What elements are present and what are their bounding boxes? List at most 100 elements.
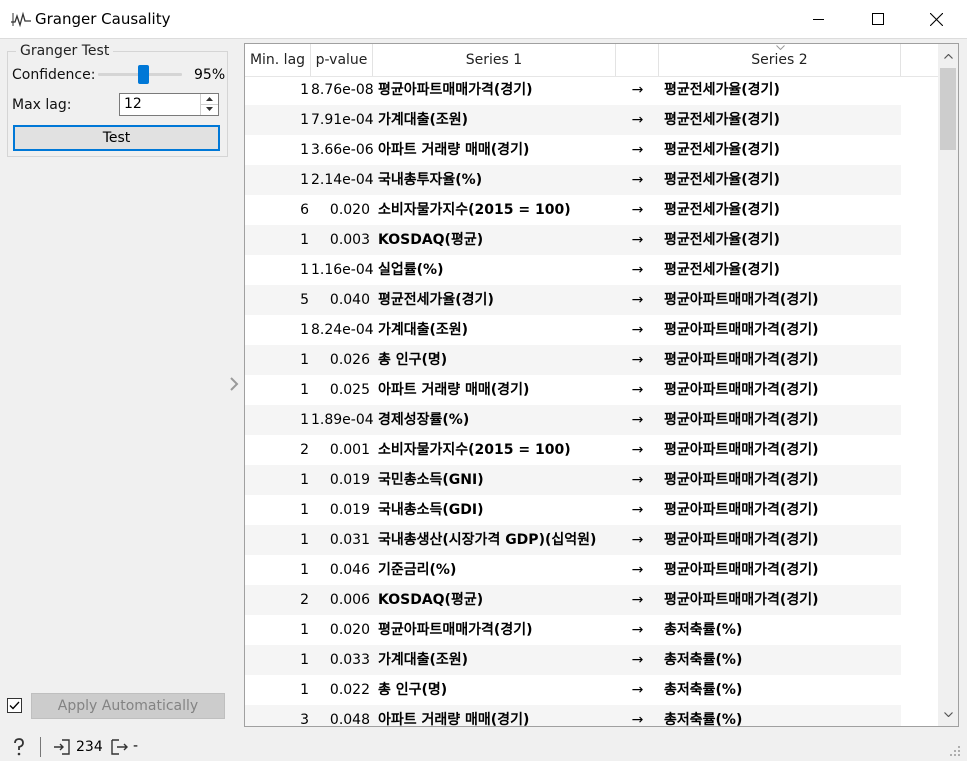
scroll-down-button[interactable] <box>938 704 958 724</box>
minimize-button[interactable] <box>795 0 841 38</box>
row-p-value: 0.040 <box>311 285 373 315</box>
arrow-down-icon <box>206 107 213 111</box>
table-row[interactable]: 1 0.046 기준금리(%) → 평균아파트매매가격(경기) <box>245 555 938 585</box>
row-min-lag: 1 <box>245 165 311 195</box>
row-min-lag: 6 <box>300 202 309 218</box>
row-series-1: 소비자물가지수(2015 = 100) <box>378 442 571 458</box>
row-p-value: 0.031 <box>311 525 373 555</box>
input-icon <box>54 739 70 755</box>
row-series-2: 총저축률(%) <box>664 622 743 638</box>
test-button[interactable]: Test <box>13 125 220 151</box>
row-p-value: 0.033 <box>311 645 373 675</box>
table-row[interactable]: 1 2.14e-04 국내총투자율(%) → 평균전세가율(경기) <box>245 165 938 195</box>
row-series-2: 평균전세가율(경기) <box>659 225 901 255</box>
row-p-value: 0.026 <box>311 345 373 375</box>
resize-grip-icon[interactable] <box>950 746 961 757</box>
table-row[interactable]: 1 0.020 평균아파트매매가격(경기) → 총저축률(%) <box>245 615 938 645</box>
row-series-2: 평균전세가율(경기) <box>664 262 780 278</box>
table-row[interactable]: 1 0.022 총 인구(명) → 총저축률(%) <box>245 675 938 705</box>
scroll-up-button[interactable] <box>938 46 958 66</box>
table-row[interactable]: 1 3.66e-06 아파트 거래량 매매(경기) → 평균전세가율(경기) <box>245 135 938 165</box>
close-button[interactable] <box>913 0 959 38</box>
table-row[interactable]: 1 8.24e-04 가계대출(조원) → 평균아파트매매가격(경기) <box>245 315 938 345</box>
series-2-header-label: Series 2 <box>751 52 808 68</box>
row-p-value: 0.001 <box>329 442 370 458</box>
row-min-lag: 1 <box>300 562 309 578</box>
row-arrow: → <box>631 562 644 578</box>
status-bar: 234 - <box>0 731 967 761</box>
row-p-value: 0.006 <box>311 585 373 615</box>
row-series-1: 평균아파트매매가격(경기) <box>378 82 533 98</box>
row-series-2: 평균아파트매매가격(경기) <box>659 585 901 615</box>
row-p-value: 0.025 <box>329 382 370 398</box>
vertical-scrollbar[interactable] <box>938 44 958 726</box>
table-row[interactable]: 1 8.76e-08 평균아파트매매가격(경기) → 평균전세가율(경기) <box>245 75 938 105</box>
row-min-lag: 1 <box>300 622 309 638</box>
row-arrow: → <box>616 465 659 495</box>
apply-automatically-checkbox[interactable] <box>7 698 22 713</box>
confidence-value: 95% <box>194 67 226 83</box>
row-series-2: 총저축률(%) <box>664 682 743 698</box>
confidence-slider-handle[interactable] <box>138 65 149 84</box>
column-header-series-1[interactable]: Series 1 <box>373 44 616 76</box>
chevron-right-icon[interactable] <box>228 376 240 392</box>
table-row[interactable]: 1 0.003 KOSDAQ(평균) → 평균전세가율(경기) <box>245 225 938 255</box>
row-min-lag: 3 <box>245 705 311 726</box>
output-status: - <box>133 738 139 754</box>
row-p-value: 2.14e-04 <box>311 165 373 195</box>
help-icon[interactable] <box>12 738 26 756</box>
scroll-thumb[interactable] <box>940 68 956 150</box>
row-p-value: 0.046 <box>329 562 370 578</box>
table-row[interactable]: 1 0.031 국내총생산(시장가격 GDP)(십억원) → 평균아파트매매가격(경기) <box>245 525 938 555</box>
row-min-lag: 1 <box>300 502 309 518</box>
column-header-min-lag[interactable]: Min. lag <box>245 44 311 76</box>
table-row[interactable]: 2 0.001 소비자물가지수(2015 = 100) → 평균아파트매매가격(경기) <box>245 435 938 465</box>
table-row[interactable]: 1 0.019 국내총소득(GDI) → 평균아파트매매가격(경기) <box>245 495 938 525</box>
table-row[interactable]: 1 1.16e-04 실업률(%) → 평균전세가율(경기) <box>245 255 938 285</box>
maxlag-value[interactable]: 12 <box>124 96 142 112</box>
column-header-series-2[interactable]: Series 2 <box>659 44 901 76</box>
results-table: Min. lag p-value Series 1 Series 2 1 8.76… <box>244 43 959 727</box>
column-header-arrow[interactable] <box>616 44 659 76</box>
row-series-1: 가계대출(조원) <box>378 322 469 338</box>
table-row[interactable]: 1 0.019 국민총소득(GNI) → 평균아파트매매가격(경기) <box>245 465 938 495</box>
table-header: Min. lag p-value Series 1 Series 2 <box>245 44 938 77</box>
maximize-button[interactable] <box>855 0 901 38</box>
apply-automatically-button[interactable]: Apply Automatically <box>31 693 225 719</box>
table-row[interactable]: 1 0.033 가계대출(조원) → 총저축률(%) <box>245 645 938 675</box>
table-row[interactable]: 1 1.89e-04 경제성장률(%) → 평균아파트매매가격(경기) <box>245 405 938 435</box>
row-min-lag: 1 <box>245 105 311 135</box>
row-arrow: → <box>616 345 659 375</box>
row-arrow: → <box>616 105 659 135</box>
row-min-lag: 1 <box>300 322 309 338</box>
row-p-value: 0.019 <box>311 465 373 495</box>
table-row[interactable]: 5 0.040 평균전세가율(경기) → 평균아파트매매가격(경기) <box>245 285 938 315</box>
maxlag-spinbox[interactable]: 12 <box>119 93 219 116</box>
table-row[interactable]: 3 0.048 아파트 거래량 매매(경기) → 총저축률(%) <box>245 705 938 726</box>
row-series-2: 평균아파트매매가격(경기) <box>664 502 819 518</box>
table-row[interactable]: 2 0.006 KOSDAQ(평균) → 평균아파트매매가격(경기) <box>245 585 938 615</box>
table-row[interactable]: 1 7.91e-04 가계대출(조원) → 평균전세가율(경기) <box>245 105 938 135</box>
row-arrow: → <box>631 502 644 518</box>
row-arrow: → <box>631 82 644 98</box>
row-series-2: 평균전세가율(경기) <box>659 105 901 135</box>
row-min-lag: 2 <box>245 585 311 615</box>
row-series-2: 평균아파트매매가격(경기) <box>664 442 819 458</box>
table-row[interactable]: 1 0.026 총 인구(명) → 평균아파트매매가격(경기) <box>245 345 938 375</box>
column-header-p-value[interactable]: p-value <box>311 44 373 76</box>
spin-down-button[interactable] <box>201 104 218 114</box>
table-row[interactable]: 1 0.025 아파트 거래량 매매(경기) → 평균아파트매매가격(경기) <box>245 375 938 405</box>
row-p-value: 0.020 <box>329 622 370 638</box>
table-row[interactable]: 6 0.020 소비자물가지수(2015 = 100) → 평균전세가율(경기) <box>245 195 938 225</box>
row-min-lag: 1 <box>300 382 309 398</box>
row-arrow: → <box>616 645 659 675</box>
chevron-down-icon <box>943 711 953 717</box>
row-series-2: 평균아파트매매가격(경기) <box>659 405 901 435</box>
row-series-1: 소비자물가지수(2015 = 100) <box>378 202 571 218</box>
row-min-lag: 1 <box>245 225 311 255</box>
confidence-label: Confidence: <box>12 67 96 83</box>
input-count: 234 <box>76 739 103 755</box>
row-series-1: 아파트 거래량 매매(경기) <box>378 382 530 398</box>
row-min-lag: 1 <box>245 525 311 555</box>
row-min-lag: 1 <box>300 82 309 98</box>
